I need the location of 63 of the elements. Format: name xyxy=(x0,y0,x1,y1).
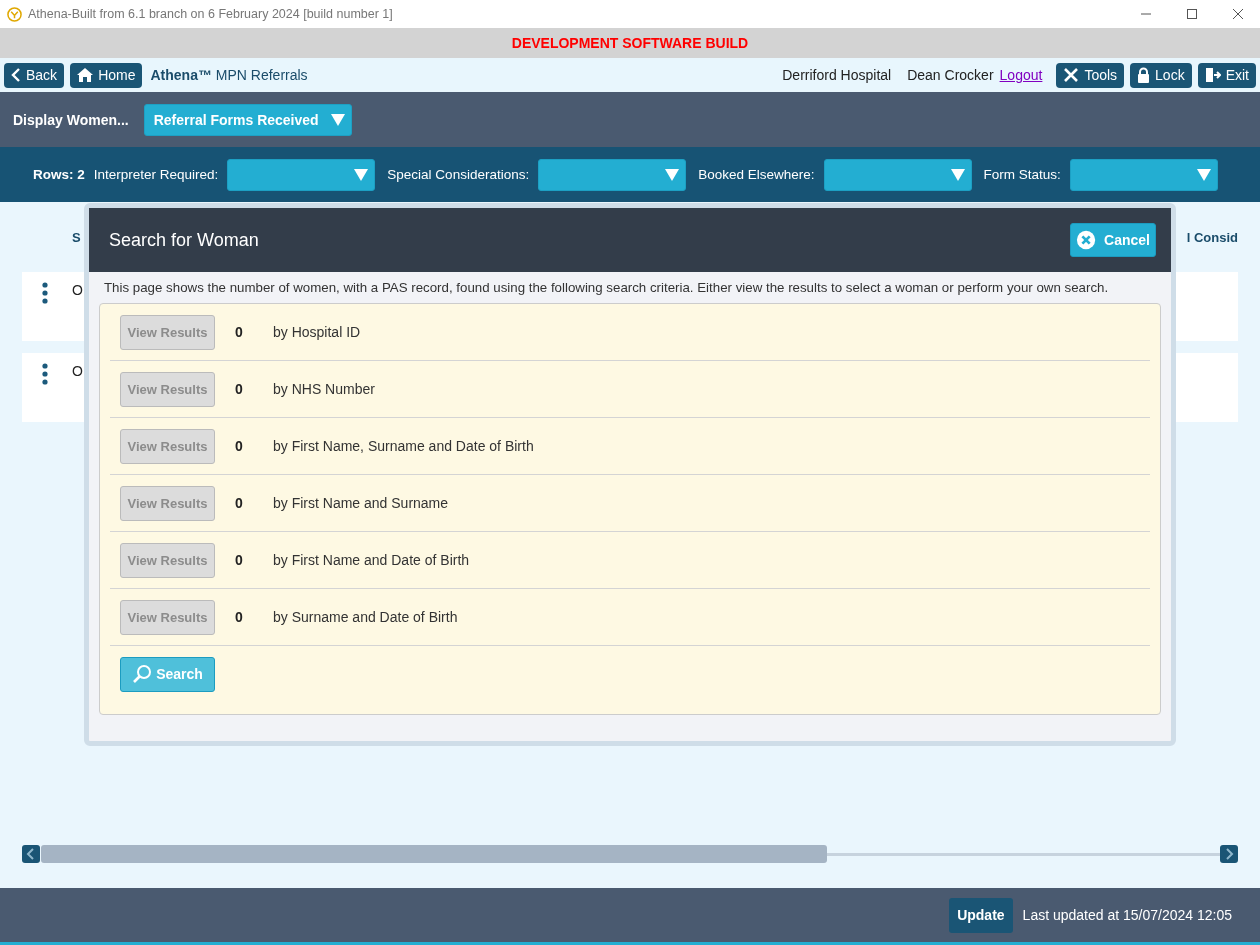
criteria-label: by First Name and Date of Birth xyxy=(273,552,470,568)
dialog-description: This page shows the number of women, with a PAS record, found using the following search criteria. Either view the results to select a woman or perform your own search. xyxy=(104,280,1110,295)
close-icon xyxy=(1076,229,1097,251)
exit-icon xyxy=(1204,67,1221,83)
filter-label: Special Considerations: xyxy=(387,167,530,182)
app-title: Athena™ MPN Referrals xyxy=(150,67,308,83)
criteria-label: by Hospital ID xyxy=(273,324,361,340)
logout-link[interactable]: Logout xyxy=(999,67,1043,83)
home-icon xyxy=(77,68,94,82)
result-count: 0 xyxy=(235,381,244,397)
filter-dropdown[interactable] xyxy=(227,158,376,191)
result-count: 0 xyxy=(235,324,244,340)
filter-dropdown[interactable] xyxy=(823,158,972,191)
result-count: 0 xyxy=(235,552,244,568)
tools-button[interactable]: Tools xyxy=(1056,62,1125,88)
close-icon[interactable] xyxy=(1232,8,1244,20)
table-cell: O xyxy=(72,363,83,379)
lock-icon xyxy=(1137,67,1151,83)
column-header: S xyxy=(72,229,81,245)
column-header: l Consid xyxy=(1186,229,1238,245)
lock-button[interactable]: Lock xyxy=(1130,62,1192,88)
filter-dropdown[interactable] xyxy=(1069,158,1218,191)
hospital-name: Derriford Hospital xyxy=(782,67,892,83)
exit-button[interactable]: Exit xyxy=(1197,62,1256,88)
display-dropdown[interactable]: Referral Forms Received xyxy=(143,103,352,136)
filter-label: Form Status: xyxy=(983,167,1061,182)
search-button[interactable]: Search xyxy=(120,656,215,692)
maximize-icon[interactable] xyxy=(1186,8,1198,20)
app-logo-icon xyxy=(7,6,22,22)
row-count: Rows: 2 xyxy=(33,167,85,182)
home-button[interactable]: Home xyxy=(70,62,143,88)
table-cell: O xyxy=(72,282,83,298)
criteria-label: by NHS Number xyxy=(273,381,375,397)
build-warning-text: DEVELOPMENT SOFTWARE BUILD xyxy=(511,35,749,51)
chevron-left-icon xyxy=(11,68,21,82)
criteria-label: by First Name and Surname xyxy=(273,495,449,511)
user-name: Dean Crocker xyxy=(907,67,994,83)
dropdown-arrow-icon xyxy=(354,168,369,181)
criteria-label: by Surname and Date of Birth xyxy=(273,609,458,625)
filter-dropdown[interactable] xyxy=(538,158,687,191)
dropdown-arrow-icon xyxy=(950,168,965,181)
dropdown-arrow-icon xyxy=(665,168,680,181)
more-options-icon[interactable] xyxy=(42,363,48,385)
window-title: Athena-Built from 6.1 branch on 6 February 2024 [build number 1] xyxy=(28,7,393,21)
scroll-right-icon[interactable] xyxy=(1220,845,1238,863)
dropdown-arrow-icon xyxy=(1196,168,1211,181)
more-options-icon[interactable] xyxy=(42,282,48,304)
scrollbar-thumb[interactable] xyxy=(41,845,827,863)
result-count: 0 xyxy=(235,609,244,625)
result-count: 0 xyxy=(235,495,244,511)
display-label: Display Women... xyxy=(13,111,129,128)
result-count: 0 xyxy=(235,438,244,454)
search-icon xyxy=(132,664,153,684)
cancel-button[interactable]: Cancel xyxy=(1070,223,1156,257)
criteria-label: by First Name, Surname and Date of Birth xyxy=(273,438,534,454)
dialog-title: Search for Woman xyxy=(109,229,259,251)
scroll-left-icon[interactable] xyxy=(22,845,40,863)
back-button[interactable]: Back xyxy=(4,62,65,88)
dropdown-arrow-icon xyxy=(330,113,345,126)
filter-label: Booked Elsewhere: xyxy=(698,167,815,182)
filter-label: Interpreter Required: xyxy=(93,167,219,182)
last-updated-text: Last updated at 15/07/2024 12:05 xyxy=(1022,907,1232,923)
update-button[interactable]: Update xyxy=(949,897,1013,933)
